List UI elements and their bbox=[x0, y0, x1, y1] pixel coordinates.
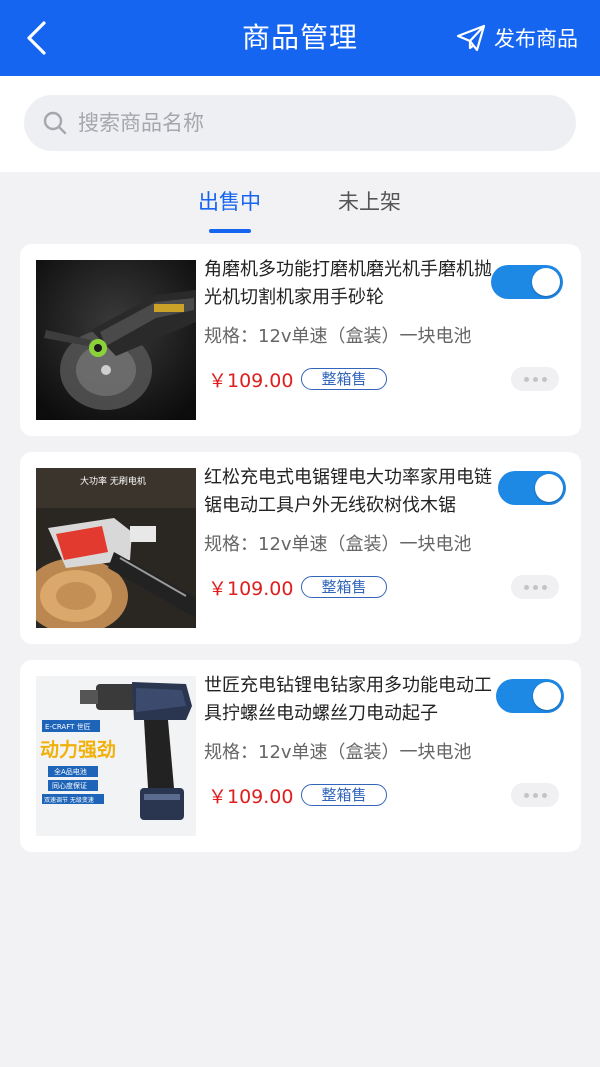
product-spec: 规格：12v单速（盒装）一块电池 bbox=[204, 742, 472, 763]
active-tab-indicator bbox=[209, 229, 251, 233]
product-name: 世匠充电钻锂电钻家用多功能电动工具拧螺丝电动螺丝刀电动起子 bbox=[204, 675, 492, 724]
search-box[interactable] bbox=[24, 95, 576, 151]
toggle-knob bbox=[532, 268, 560, 296]
on-sale-toggle[interactable] bbox=[498, 471, 566, 505]
product-name: 红松充电式电锯锂电大功率家用电链锯电动工具户外无线砍树伐木锯 bbox=[204, 467, 492, 516]
product-spec: 规格：12v单速（盒装）一块电池 bbox=[204, 326, 472, 347]
tab-on-sale[interactable]: 出售中 bbox=[198, 186, 261, 216]
dot-icon bbox=[541, 584, 547, 590]
sale-type-tag: 整箱售 bbox=[301, 368, 387, 390]
dot-icon bbox=[541, 376, 547, 382]
tab-bar: 出售中 未上架 bbox=[0, 172, 600, 236]
badge-text: 双速调节 无级变速 bbox=[44, 796, 94, 804]
more-options-button[interactable] bbox=[511, 783, 559, 807]
toggle-knob bbox=[535, 474, 563, 502]
dot-icon bbox=[523, 376, 529, 382]
tab-off-shelf[interactable]: 未上架 bbox=[338, 186, 401, 216]
sale-type-tag: 整箱售 bbox=[301, 784, 387, 806]
product-price: ￥109.00 bbox=[208, 786, 294, 808]
dot-icon bbox=[541, 792, 547, 798]
dot-icon bbox=[532, 584, 538, 590]
product-name: 角磨机多功能打磨机磨光机手磨机抛光机切割机家用手砂轮 bbox=[204, 259, 492, 308]
more-options-button[interactable] bbox=[511, 367, 559, 391]
product-price: ￥109.00 bbox=[208, 370, 294, 392]
search-input[interactable] bbox=[76, 110, 520, 136]
app-header: 商品管理 发布商品 bbox=[0, 0, 600, 76]
product-card[interactable]: E-CRAFT 世匠 动力强劲 全A品电池 同心度保证 双速调节 无级变速 世匠… bbox=[20, 660, 581, 852]
publish-label: 发布商品 bbox=[494, 27, 578, 51]
product-spec: 规格：12v单速（盒装）一块电池 bbox=[204, 534, 472, 555]
product-card[interactable]: 大功率 无刷电机 红松充电式电锯锂电大功率家用电链锯电动工具户外无线砍树伐木锯 … bbox=[20, 452, 581, 644]
more-options-button[interactable] bbox=[511, 575, 559, 599]
search-icon bbox=[42, 110, 68, 136]
sale-type-tag: 整箱售 bbox=[301, 576, 387, 598]
product-price: ￥109.00 bbox=[208, 578, 294, 600]
dot-icon bbox=[523, 792, 529, 798]
product-card[interactable]: 角磨机多功能打磨机磨光机手磨机抛光机切割机家用手砂轮 规格：12v单速（盒装）一… bbox=[20, 244, 581, 436]
toggle-knob bbox=[533, 682, 561, 710]
badge-text: 全A品电池 bbox=[54, 767, 87, 776]
on-sale-toggle[interactable] bbox=[491, 265, 563, 299]
paper-plane-icon bbox=[456, 24, 486, 52]
product-image-chainsaw: 大功率 无刷电机 bbox=[36, 468, 196, 628]
dot-icon bbox=[523, 584, 529, 590]
search-bar bbox=[0, 76, 600, 172]
badge-text: 同心度保证 bbox=[52, 781, 87, 790]
on-sale-toggle[interactable] bbox=[496, 679, 564, 713]
product-image-angle-grinder bbox=[36, 260, 196, 420]
brand-text: E-CRAFT 世匠 bbox=[45, 722, 91, 731]
image-caption: 大功率 无刷电机 bbox=[80, 475, 146, 487]
slogan-text: 动力强劲 bbox=[40, 738, 116, 761]
publish-product-button[interactable]: 发布商品 bbox=[456, 20, 578, 56]
product-image-drill: E-CRAFT 世匠 动力强劲 全A品电池 同心度保证 双速调节 无级变速 bbox=[36, 676, 196, 836]
dot-icon bbox=[532, 376, 538, 382]
dot-icon bbox=[532, 792, 538, 798]
